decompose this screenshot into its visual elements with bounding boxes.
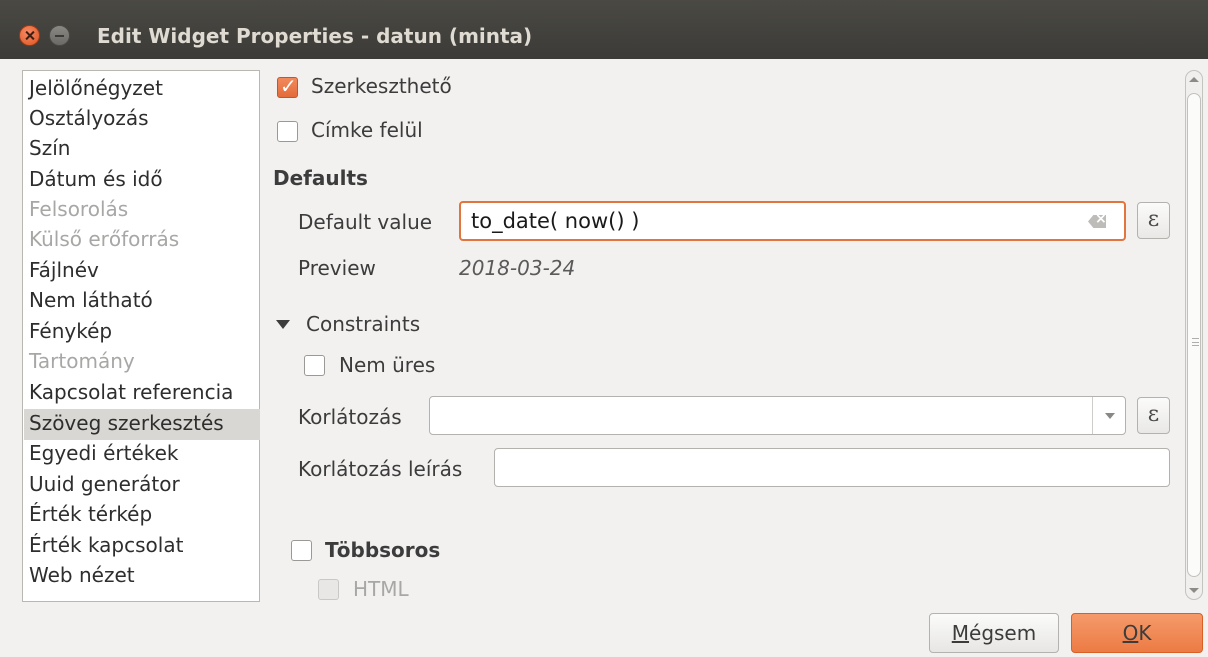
constraint-description-input[interactable]	[494, 448, 1170, 487]
list-item-web-nezet[interactable]: Web nézet	[29, 562, 135, 588]
list-item-tartomany: Tartomány	[29, 349, 135, 373]
list-item-datum-es-ido[interactable]: Dátum és idő	[29, 166, 163, 192]
list-item-szoveg-szerkesztes[interactable]: Szöveg szerkesztés	[29, 410, 224, 436]
list-item-nem-lathato[interactable]: Nem látható	[29, 287, 153, 313]
collapse-triangle-icon[interactable]	[276, 320, 290, 329]
not-null-checkbox[interactable]	[304, 355, 325, 376]
list-item-jelolonegyzet[interactable]: Jelölőnégyzet	[29, 75, 163, 101]
list-item-egyedi-ertekek[interactable]: Egyedi értékek	[29, 440, 179, 466]
default-value-text: to_date( now() )	[471, 209, 640, 233]
scroll-down-icon[interactable]	[1189, 588, 1199, 593]
list-item-kapcsolat-referencia[interactable]: Kapcsolat referencia	[29, 379, 233, 405]
html-label: HTML	[353, 577, 409, 601]
multiline-checkbox[interactable]	[291, 540, 312, 561]
widget-type-list[interactable]: Jelölőnégyzet Osztályozás Szín Dátum és …	[22, 70, 260, 602]
constraint-expression-button[interactable]: ε	[1137, 397, 1170, 434]
not-null-label: Nem üres	[339, 353, 436, 377]
defaults-section-title: Defaults	[273, 166, 368, 190]
list-item-kulso-eroforras: Külső erőforrás	[29, 227, 180, 251]
preview-label: Preview	[298, 256, 376, 280]
list-item-osztalyozas[interactable]: Osztályozás	[29, 105, 149, 131]
multiline-label: Többsoros	[325, 538, 441, 562]
label-on-top-checkbox[interactable]	[277, 121, 298, 142]
default-value-label: Default value	[298, 210, 433, 234]
constraint-expression-combo[interactable]	[429, 396, 1126, 435]
cancel-button[interactable]: Mégsem	[929, 613, 1059, 653]
title-bar: Edit Widget Properties - datun (minta)	[0, 0, 1208, 59]
list-item-ertek-kapcsolat[interactable]: Érték kapcsolat	[29, 532, 183, 558]
constraint-label: Korlátozás	[298, 405, 402, 429]
scroll-up-icon[interactable]	[1189, 77, 1199, 82]
grip-icon	[1192, 338, 1199, 346]
editable-checkbox[interactable]	[277, 74, 298, 98]
default-value-expression-button[interactable]: ε	[1137, 202, 1170, 239]
close-icon[interactable]	[19, 25, 40, 46]
list-item-szin[interactable]: Szín	[29, 135, 70, 161]
clear-field-icon[interactable]	[1088, 215, 1106, 228]
list-item-uuid-generator[interactable]: Uuid generátor	[29, 471, 180, 497]
list-item-felsorolas: Felsorolás	[29, 197, 129, 221]
scrollbar-thumb[interactable]	[1187, 93, 1201, 577]
list-item-ertek-terkep[interactable]: Érték térkép	[29, 501, 152, 527]
vertical-scrollbar[interactable]	[1185, 70, 1203, 600]
window-title: Edit Widget Properties - datun (minta)	[97, 24, 533, 48]
editable-label: Szerkeszthető	[311, 74, 452, 98]
constraint-description-label: Korlátozás leírás	[298, 457, 463, 481]
edit-widget-properties-dialog: Edit Widget Properties - datun (minta) J…	[0, 0, 1208, 657]
minimize-icon[interactable]	[49, 25, 70, 46]
ok-button[interactable]: OK	[1071, 613, 1203, 653]
list-item-fajlnev[interactable]: Fájlnév	[29, 257, 99, 283]
constraints-section-title[interactable]: Constraints	[306, 312, 420, 336]
preview-value: 2018-03-24	[459, 256, 576, 280]
chevron-down-icon[interactable]	[1092, 397, 1125, 434]
label-on-top-label: Címke felül	[311, 118, 423, 142]
default-value-input[interactable]: to_date( now() )	[459, 201, 1126, 241]
list-item-fenykep[interactable]: Fénykép	[29, 318, 112, 344]
html-checkbox	[318, 579, 339, 600]
